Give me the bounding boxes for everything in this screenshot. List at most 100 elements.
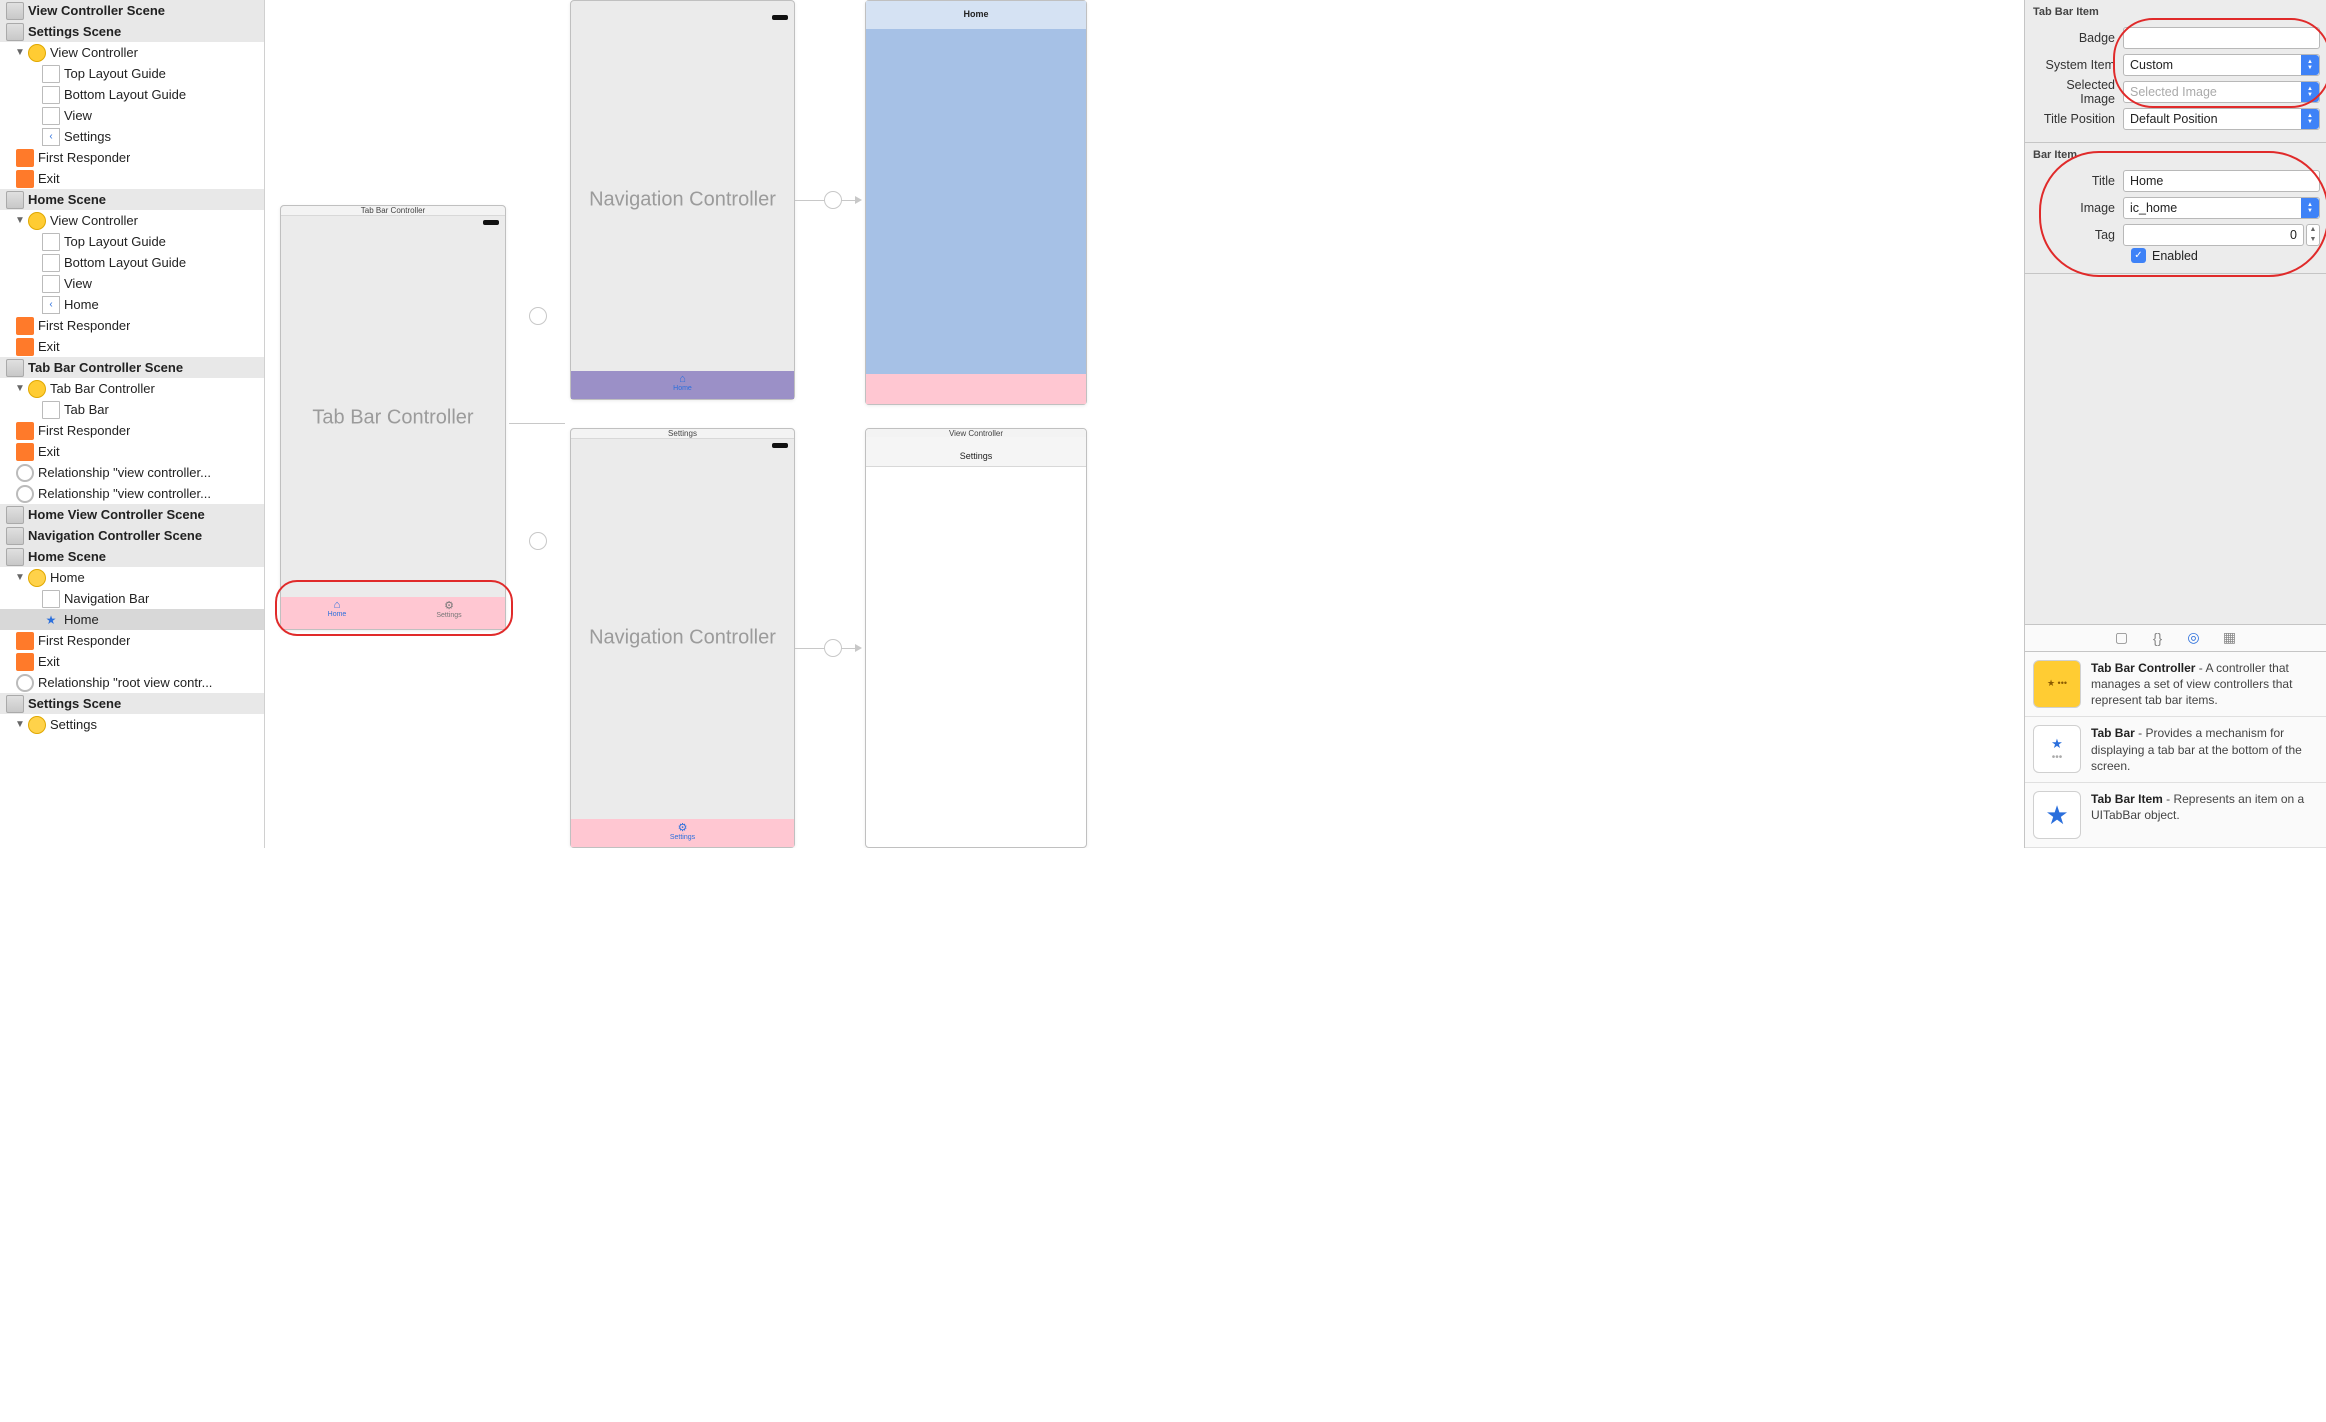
scene-nav-controller-2[interactable]: Settings Navigation Controller ⚙ Setting… [570, 428, 795, 848]
outline-home[interactable]: ▼ Home [0, 567, 264, 588]
outline-top-layout[interactable]: Top Layout Guide [0, 231, 264, 252]
image-select[interactable]: ic_home▲▼ [2123, 197, 2320, 219]
scene-header-home-vc[interactable]: Home View Controller Scene [0, 504, 264, 525]
outline-exit[interactable]: Exit [0, 336, 264, 357]
segue-connector-icon[interactable] [529, 307, 547, 325]
object-library[interactable]: ★ ••• Tab Bar Controller - A controller … [2025, 652, 2326, 848]
outline-home-tabitem[interactable]: ★Home [0, 609, 264, 630]
scene-header-vc[interactable]: View Controller Scene [0, 0, 264, 21]
viewcontroller-icon [28, 380, 46, 398]
exit-icon [16, 443, 34, 461]
outline-settings[interactable]: ▼ Settings [0, 714, 264, 735]
outline-first-responder[interactable]: First Responder [0, 630, 264, 651]
outline-relationship[interactable]: Relationship "view controller... [0, 483, 264, 504]
library-item-text: Tab Bar - Provides a mechanism for displ… [2091, 725, 2318, 774]
outline-first-responder[interactable]: First Responder [0, 147, 264, 168]
disclosure-triangle-icon[interactable]: ▼ [14, 383, 26, 394]
scene-tabbar-controller[interactable]: Tab Bar Controller Tab Bar Controller ⌂ … [280, 205, 506, 630]
stepper-up-icon[interactable]: ▲ [2307, 225, 2319, 235]
outline-first-responder[interactable]: First Responder [0, 420, 264, 441]
home-icon: ⌂ [571, 373, 794, 385]
outline-relationship[interactable]: Relationship "view controller... [0, 462, 264, 483]
disclosure-triangle-icon[interactable]: ▼ [14, 572, 26, 583]
scene-header-nav[interactable]: Navigation Controller Scene [0, 525, 264, 546]
label-system-item: System Item [2031, 58, 2123, 72]
tab-bar[interactable]: ⚙ Settings [571, 819, 794, 847]
select-arrows-icon: ▲▼ [2301, 198, 2319, 218]
scene-header-home2[interactable]: Home Scene [0, 546, 264, 567]
storyboard-canvas[interactable]: Tab Bar Controller Tab Bar Controller ⌂ … [265, 0, 2024, 848]
scene-header-home[interactable]: Home Scene [0, 189, 264, 210]
library-tab-file-icon[interactable]: ▢ [2113, 629, 2131, 647]
system-item-select[interactable]: Custom▲▼ [2123, 54, 2320, 76]
library-tab-objects-icon[interactable]: ◎ [2185, 629, 2203, 647]
layout-guide-icon [42, 86, 60, 104]
disclosure-triangle-icon[interactable]: ▼ [14, 215, 26, 226]
outline-top-layout[interactable]: Top Layout Guide [0, 63, 264, 84]
segue-connector-icon[interactable] [529, 532, 547, 550]
outline-view[interactable]: View [0, 273, 264, 294]
select-arrows-icon: ▲▼ [2301, 55, 2319, 75]
layout-guide-icon [42, 254, 60, 272]
segue-connector-icon[interactable] [824, 639, 842, 657]
stepper-down-icon[interactable]: ▼ [2307, 235, 2319, 245]
scene-title: Settings Scene [28, 24, 121, 39]
outline-settings-item[interactable]: ‹Settings [0, 126, 264, 147]
section-header: Bar Item [2031, 147, 2320, 167]
title-input[interactable]: Home [2123, 170, 2320, 192]
tab-bar[interactable] [866, 374, 1086, 404]
outline-navbar[interactable]: Navigation Bar [0, 588, 264, 609]
tag-stepper[interactable]: ▲▼ [2306, 224, 2320, 246]
tab-item-settings[interactable]: ⚙ Settings [393, 599, 505, 619]
scene-header-tabbar[interactable]: Tab Bar Controller Scene [0, 357, 264, 378]
segue-icon [16, 485, 34, 503]
outline-relationship[interactable]: Relationship "root view contr... [0, 672, 264, 693]
scene-vc-settings[interactable]: View Controller Settings [865, 428, 1087, 848]
outline-exit[interactable]: Exit [0, 168, 264, 189]
outline-exit[interactable]: Exit [0, 441, 264, 462]
badge-input[interactable] [2123, 27, 2320, 49]
selected-image-select[interactable]: Selected Image▲▼ [2123, 81, 2320, 103]
nav-bar: Settings [866, 437, 1086, 467]
enabled-checkbox[interactable]: ✓ Enabled [2131, 248, 2320, 263]
disclosure-triangle-icon[interactable]: ▼ [14, 47, 26, 58]
disclosure-triangle-icon[interactable]: ▼ [14, 719, 26, 730]
document-outline[interactable]: View Controller Scene Settings Scene ▼ V… [0, 0, 265, 848]
scene-titlebar: Tab Bar Controller [281, 206, 505, 216]
title-position-select[interactable]: Default Position▲▼ [2123, 108, 2320, 130]
library-tab-code-icon[interactable]: {} [2149, 629, 2167, 647]
scene-header-settings2[interactable]: Settings Scene [0, 693, 264, 714]
outline-vc[interactable]: ▼ View Controller [0, 42, 264, 63]
segue-connector-icon[interactable] [824, 191, 842, 209]
layout-guide-icon [42, 233, 60, 251]
outline-tabbar-controller[interactable]: ▼ Tab Bar Controller [0, 378, 264, 399]
library-item-tabbar-controller[interactable]: ★ ••• Tab Bar Controller - A controller … [2025, 652, 2326, 718]
outline-view[interactable]: View [0, 105, 264, 126]
first-responder-icon [16, 149, 34, 167]
outline-vc[interactable]: ▼ View Controller [0, 210, 264, 231]
scene-home[interactable]: Home [865, 0, 1087, 405]
library-tab-media-icon[interactable]: ▦ [2221, 629, 2239, 647]
outline-tabbar[interactable]: Tab Bar [0, 399, 264, 420]
outline-bottom-layout[interactable]: Bottom Layout Guide [0, 84, 264, 105]
outline-home-item[interactable]: ‹Home [0, 294, 264, 315]
scene-nav-controller-1[interactable]: Navigation Controller ⌂ Home [570, 0, 795, 400]
navcontroller-icon [28, 569, 46, 587]
tab-bar[interactable]: ⌂ Home ⚙ Settings [281, 597, 505, 629]
outline-first-responder[interactable]: First Responder [0, 315, 264, 336]
scene-title: View Controller Scene [28, 3, 165, 18]
tab-bar[interactable]: ⌂ Home [571, 371, 794, 399]
label-image: Image [2031, 201, 2123, 215]
scene-icon [6, 359, 24, 377]
tab-item-home[interactable]: ⌂ Home [571, 373, 794, 392]
library-tabs: ▢ {} ◎ ▦ [2025, 624, 2326, 652]
tab-item-settings[interactable]: ⚙ Settings [571, 821, 794, 841]
tab-item-home[interactable]: ⌂ Home [281, 599, 393, 618]
outline-bottom-layout[interactable]: Bottom Layout Guide [0, 252, 264, 273]
library-item-tabbar[interactable]: ★••• Tab Bar - Provides a mechanism for … [2025, 717, 2326, 783]
scene-header-settings[interactable]: Settings Scene [0, 21, 264, 42]
tag-input[interactable]: 0 [2123, 224, 2304, 246]
outline-exit[interactable]: Exit [0, 651, 264, 672]
exit-icon [16, 170, 34, 188]
library-item-tabbar-item[interactable]: ★ Tab Bar Item - Represents an item on a… [2025, 783, 2326, 848]
